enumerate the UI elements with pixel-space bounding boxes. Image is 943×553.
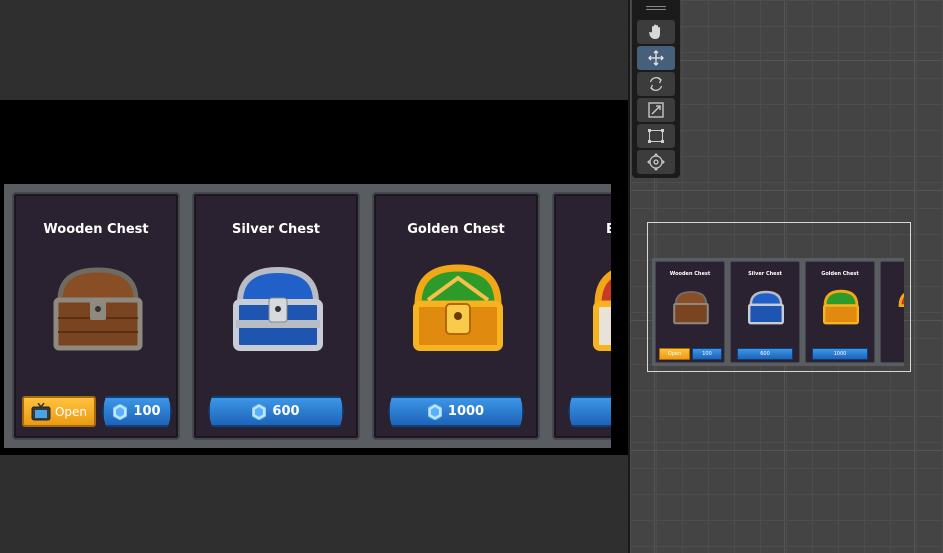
rotate-tool-button[interactable]: [637, 72, 675, 96]
buy-button[interactable]: 600: [737, 348, 793, 360]
card-title: E: [606, 222, 611, 237]
buy-button[interactable]: 100: [692, 348, 722, 360]
transform-icon: [647, 153, 665, 171]
scene-card-wooden[interactable]: Wooden Chest Open 100: [655, 261, 725, 363]
scale-tool-button[interactable]: [637, 98, 675, 122]
wooden-chest-icon: [673, 290, 709, 325]
golden-chest-icon: [413, 264, 503, 351]
buy-button[interactable]: 100: [102, 396, 172, 427]
wooden-chest-icon: [53, 267, 143, 351]
move-tool-button[interactable]: [637, 46, 675, 70]
toolbar-grip[interactable]: [646, 9, 666, 10]
card-title: Silver Chest: [231, 222, 321, 237]
epic-chest-icon: [593, 270, 611, 351]
price-label: 600: [272, 404, 300, 419]
shop-card-wooden[interactable]: Wooden Chest Open 100: [12, 192, 180, 440]
buy-button[interactable]: [568, 396, 611, 427]
tv-icon: [31, 402, 51, 420]
open-label: Open: [667, 351, 682, 357]
transform-tool-button[interactable]: [637, 150, 675, 174]
price-label: 100: [702, 351, 712, 357]
chest-shop-strip: Wooden Chest Open 100 Silver Chest 600 G…: [4, 184, 611, 448]
toolbar-grip[interactable]: [646, 6, 666, 7]
hand-icon: [649, 24, 660, 39]
move-icon: [648, 50, 664, 66]
gem-icon: [113, 404, 127, 420]
price-label: 1000: [833, 351, 847, 357]
card-title: Silver Chest: [748, 271, 782, 277]
open-ad-button[interactable]: Open: [659, 348, 690, 360]
game-view: Wooden Chest Open 100 Silver Chest 600 G…: [0, 0, 628, 553]
scene-chest-shop-strip[interactable]: Wooden Chest Open 100 Silver Chest 600 G…: [652, 258, 904, 366]
buy-button[interactable]: 600: [208, 396, 344, 427]
scene-card-epic[interactable]: [880, 261, 904, 363]
open-ad-button[interactable]: Open: [22, 396, 96, 427]
card-title: Wooden Chest: [669, 271, 711, 277]
hand-tool-button[interactable]: [637, 20, 675, 44]
transform-toolbar: [632, 0, 680, 178]
price-label: 100: [133, 404, 161, 419]
shop-card-silver[interactable]: Silver Chest 600: [192, 192, 360, 440]
rect-tool-button[interactable]: [637, 124, 675, 148]
rect-transform-icon: [648, 129, 664, 143]
buy-button[interactable]: 1000: [388, 396, 524, 427]
card-title: Golden Chest: [821, 271, 859, 277]
silver-chest-icon: [233, 266, 323, 351]
gem-icon: [252, 404, 266, 420]
epic-chest-icon: [898, 293, 904, 307]
silver-chest-icon: [748, 290, 784, 325]
card-title: Golden Chest: [407, 222, 505, 237]
shop-card-golden[interactable]: Golden Chest 1000: [372, 192, 540, 440]
scene-card-silver[interactable]: Silver Chest 600: [730, 261, 800, 363]
shop-card-epic[interactable]: E: [552, 192, 611, 440]
price-label: 1000: [447, 404, 485, 419]
golden-chest-icon: [823, 289, 859, 325]
rotate-icon: [649, 77, 663, 91]
game-viewport: Wooden Chest Open 100 Silver Chest 600 G…: [0, 100, 628, 455]
gem-icon: [428, 404, 442, 420]
scale-icon: [648, 102, 664, 118]
price-label: 600: [760, 351, 770, 357]
buy-button[interactable]: 1000: [812, 348, 868, 360]
card-title: Wooden Chest: [43, 222, 149, 237]
scene-card-golden[interactable]: Golden Chest 1000: [805, 261, 875, 363]
open-label: Open: [54, 404, 88, 419]
